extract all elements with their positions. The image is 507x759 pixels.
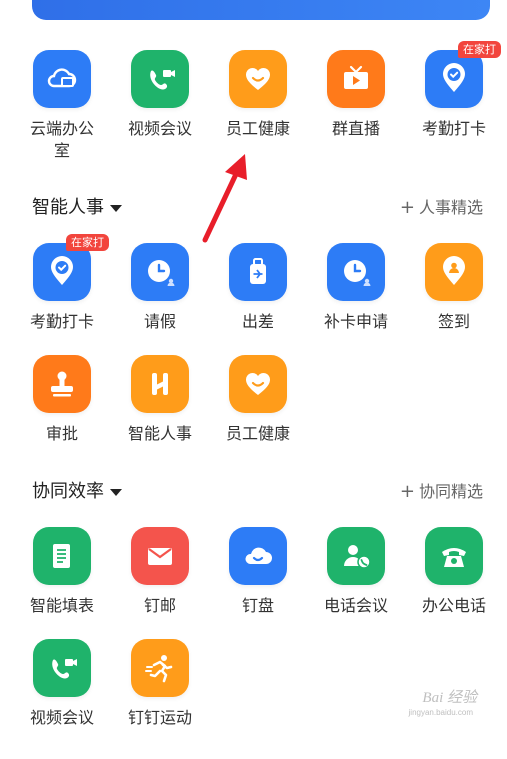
app-label: 考勤打卡 <box>421 119 486 138</box>
runner-icon <box>131 639 189 697</box>
home-clock-badge: 在家打 <box>458 41 501 58</box>
app-label: 考勤打卡 <box>29 312 94 331</box>
app-label: 签到 <box>437 312 470 331</box>
clock-person-icon <box>131 243 189 301</box>
heart-smile-icon <box>229 355 287 413</box>
app-ding-mail[interactable]: 钉邮 <box>112 527 208 647</box>
heart-smile-icon <box>229 50 287 108</box>
app-smart-form[interactable]: 智能填表 <box>14 527 110 647</box>
app-check-in[interactable]: 签到 <box>406 243 502 363</box>
plus-icon: + <box>399 481 415 502</box>
form-scroll-icon <box>33 527 91 585</box>
app-label: 补卡申请 <box>323 312 388 331</box>
app-attendance[interactable]: 在家打 考勤打卡 <box>406 41 502 170</box>
app-label: 员工健康 <box>225 424 290 443</box>
tv-play-icon <box>327 50 385 108</box>
app-approval[interactable]: 审批 <box>14 355 110 475</box>
person-phone-icon <box>327 527 385 585</box>
location-check-icon: 在家打 <box>425 41 501 108</box>
app-employee-health[interactable]: 员工健康 <box>210 355 306 475</box>
location-person-icon <box>425 243 483 301</box>
app-video-meeting[interactable]: 视频会议 <box>14 639 110 759</box>
app-label: 办公电话 <box>421 596 486 615</box>
section-title[interactable]: 智能人事 <box>32 193 122 223</box>
app-cloud-office[interactable]: 云端办公室 <box>14 50 110 170</box>
app-row-collab-1: 智能填表 钉邮 钉盘 电话会议 办公电话 <box>0 527 507 647</box>
luggage-icon <box>229 243 287 301</box>
app-ding-drive[interactable]: 钉盘 <box>210 527 306 647</box>
section-picks-link[interactable]: + 协同精选 <box>400 477 483 507</box>
clock-person-icon <box>327 243 385 301</box>
app-punch-supplement[interactable]: 补卡申请 <box>308 243 404 363</box>
watermark-url: jingyan.baidu.com <box>408 708 473 717</box>
app-label: 群直播 <box>331 119 380 138</box>
caret-down-icon <box>110 488 122 496</box>
top-banner[interactable] <box>32 0 490 20</box>
app-label: 电话会议 <box>323 596 388 615</box>
plus-icon: + <box>399 197 415 218</box>
section-title-text: 协同效率 <box>32 481 104 502</box>
app-label: 审批 <box>45 424 78 443</box>
app-group-live[interactable]: 群直播 <box>308 50 404 170</box>
stamp-icon <box>33 355 91 413</box>
app-leave[interactable]: 请假 <box>112 243 208 363</box>
app-row-hr-2: 审批 智能人事 员工健康 <box>0 355 507 475</box>
app-label: 钉邮 <box>143 596 176 615</box>
app-label: 视频会议 <box>29 708 94 727</box>
section-title[interactable]: 协同效率 <box>32 477 122 507</box>
section-header-collab: 协同效率 + 协同精选 <box>0 477 507 507</box>
section-link-text: 协同精选 <box>418 482 483 501</box>
app-label: 请假 <box>143 312 176 331</box>
app-conference-call[interactable]: 电话会议 <box>308 527 404 647</box>
video-call-icon <box>131 50 189 108</box>
app-row-hr-1: 在家打 考勤打卡 请假 出差 补卡申请 签到 <box>0 234 507 363</box>
caret-down-icon <box>110 204 122 212</box>
app-smart-hr[interactable]: 智能人事 <box>112 355 208 475</box>
section-link-text: 人事精选 <box>418 198 483 217</box>
app-label: 智能填表 <box>29 596 94 615</box>
app-office-phone[interactable]: 办公电话 <box>406 527 502 647</box>
cloud-drive-icon <box>229 527 287 585</box>
app-label: 视频会议 <box>127 119 192 138</box>
app-label: 云端办公室 <box>29 119 94 160</box>
location-check-icon: 在家打 <box>33 234 109 301</box>
app-ding-sport[interactable]: 钉钉运动 <box>112 639 208 759</box>
app-label: 出差 <box>241 312 274 331</box>
watermark-logo: Bai 经验 <box>422 690 477 706</box>
app-label: 钉钉运动 <box>127 708 192 727</box>
app-label: 钉盘 <box>241 596 274 615</box>
app-business-trip[interactable]: 出差 <box>210 243 306 363</box>
mail-icon <box>131 527 189 585</box>
app-video-meeting[interactable]: 视频会议 <box>112 50 208 170</box>
cloud-desktop-icon <box>33 50 91 108</box>
home-clock-badge: 在家打 <box>66 234 109 251</box>
section-picks-link[interactable]: + 人事精选 <box>400 193 483 223</box>
app-label: 智能人事 <box>127 424 192 443</box>
section-header-hr: 智能人事 + 人事精选 <box>0 193 507 223</box>
telephone-icon <box>425 527 483 585</box>
app-attendance[interactable]: 在家打 考勤打卡 <box>14 234 110 363</box>
section-title-text: 智能人事 <box>32 197 104 218</box>
app-label: 员工健康 <box>225 119 290 138</box>
h-logo-icon <box>131 355 189 413</box>
video-call-icon <box>33 639 91 697</box>
